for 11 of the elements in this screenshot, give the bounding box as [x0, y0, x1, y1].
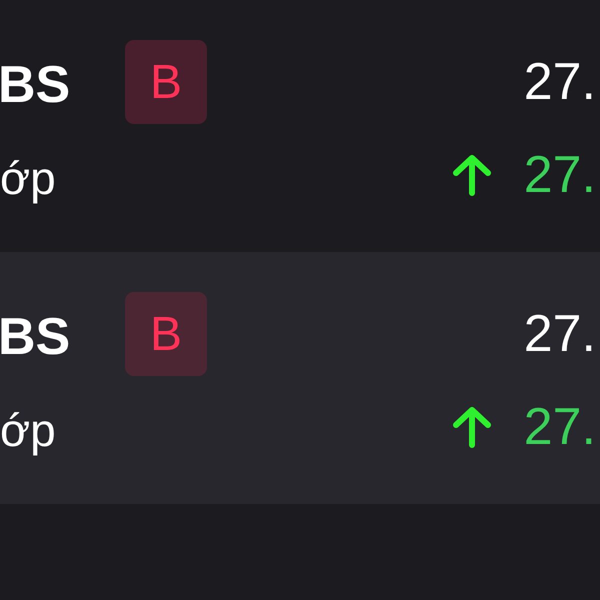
board-badge: B: [125, 40, 207, 124]
stock-row[interactable]: BS ớp B 27. 27.: [0, 252, 600, 504]
price-change: 27.: [524, 145, 596, 206]
stock-symbol: BS: [0, 307, 72, 368]
price-change: 27.: [524, 397, 596, 458]
stock-symbol: BS: [0, 55, 72, 116]
board-badge: B: [125, 292, 207, 376]
price: 27.: [524, 304, 596, 365]
price: 27.: [524, 52, 596, 113]
stock-name: ớp: [0, 403, 57, 458]
stock-name: ớp: [0, 151, 57, 206]
